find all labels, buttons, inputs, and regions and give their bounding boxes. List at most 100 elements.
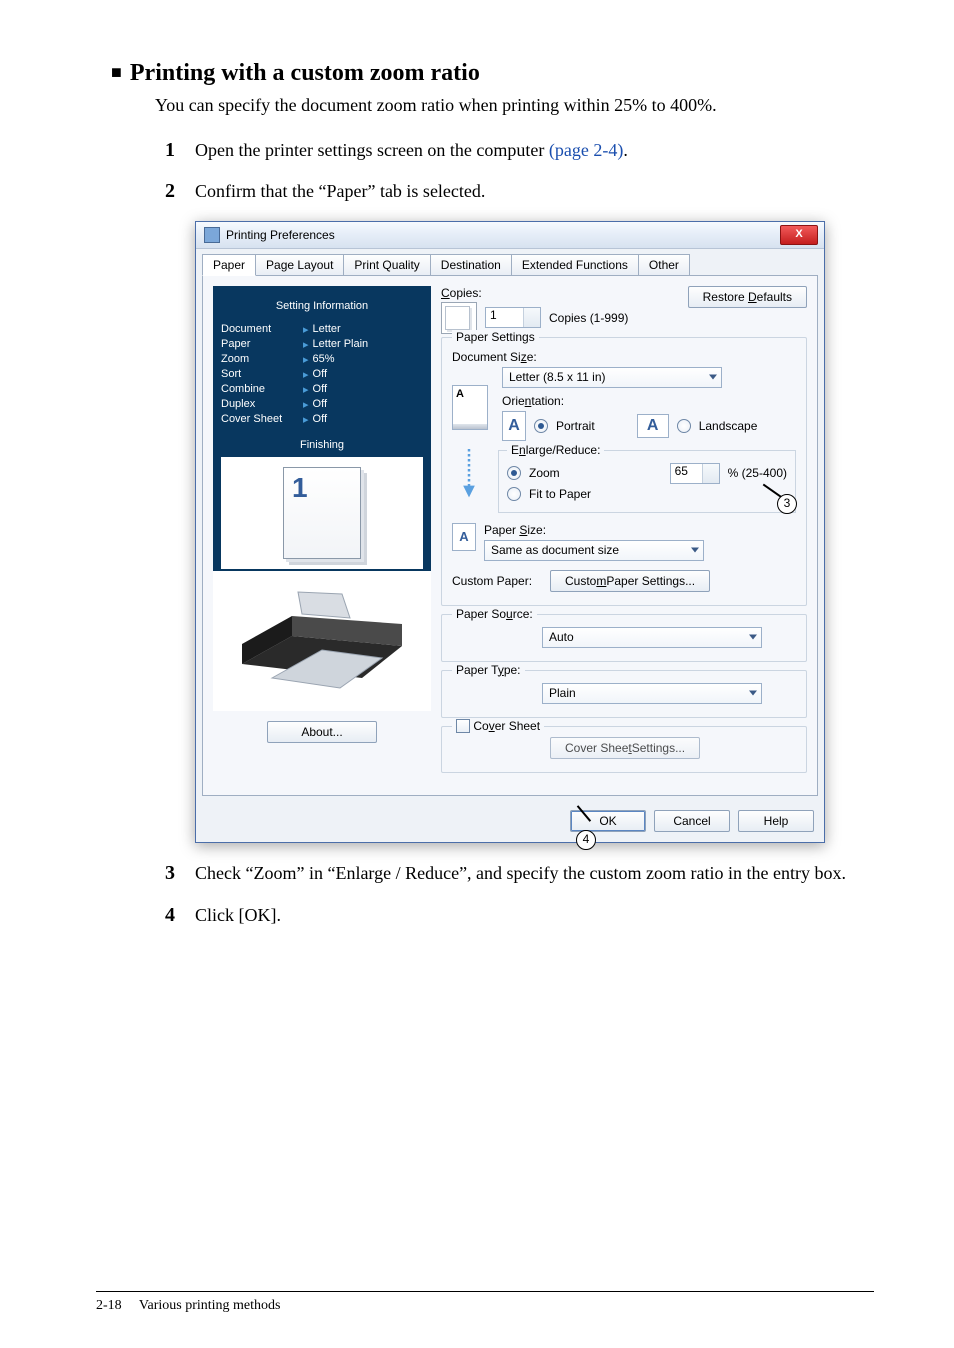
triangle-icon: ▸	[303, 353, 309, 366]
landscape-radio[interactable]	[677, 419, 691, 433]
tab-page-layout[interactable]: Page Layout	[255, 254, 344, 276]
document-size-label: Document Size:Document Size:	[452, 350, 537, 364]
paper-source-group: Paper Source:Paper Source: Auto	[441, 614, 807, 662]
triangle-icon: ▸	[303, 398, 309, 411]
portrait-preview-icon: A	[502, 411, 526, 441]
sheet-number: 1	[292, 472, 308, 504]
info-key: Sort	[221, 368, 303, 381]
triangle-icon: ▸	[303, 383, 309, 396]
setting-information-title: Setting Information	[221, 294, 423, 322]
combo-value: Same as document size	[491, 543, 619, 557]
callout-4: 4	[576, 830, 596, 850]
triangle-icon: ▸	[303, 413, 309, 426]
paper-type-label: Paper Type:Paper Type:	[452, 663, 525, 677]
bullet-square-icon: ■	[111, 62, 122, 83]
tab-print-quality[interactable]: Print Quality	[343, 254, 430, 276]
ok-button[interactable]: OK	[570, 810, 646, 832]
printing-preferences-dialog: Printing Preferences X Paper Page Layout…	[195, 221, 825, 844]
zoom-label: Zoom	[529, 466, 560, 480]
tab-destination[interactable]: Destination	[430, 254, 512, 276]
step-text: Check “Zoom” in “Enlarge / Reduce”, and …	[195, 861, 846, 886]
orientation-label: Orientation:Orientation:	[502, 394, 564, 408]
info-val: Off	[313, 398, 327, 411]
step-number: 3	[165, 862, 195, 885]
triangle-icon: ▸	[303, 368, 309, 381]
copies-range: Copies (1-999)	[549, 311, 628, 325]
paper-type-group: Paper Type:Paper Type: Plain	[441, 670, 807, 718]
copies-label: CCopies:opies:	[441, 286, 482, 300]
portrait-label: Portrait	[556, 419, 595, 433]
info-val: Letter Plain	[313, 338, 369, 351]
triangle-icon: ▸	[303, 323, 309, 336]
step-3: 3 Check “Zoom” in “Enlarge / Reduce”, an…	[165, 861, 874, 886]
tab-paper[interactable]: Paper	[202, 254, 256, 276]
info-val: Off	[313, 368, 327, 381]
combo-value: Auto	[549, 630, 574, 644]
custom-paper-settings-button[interactable]: Custom Paper Settings...Custom Paper Set…	[550, 570, 710, 592]
combo-value: Plain	[549, 686, 576, 700]
info-key: Cover Sheet	[221, 413, 303, 426]
step-number: 1	[165, 139, 195, 162]
triangle-icon: ▸	[303, 338, 309, 351]
document-size-combo[interactable]: Letter (8.5 x 11 in)	[502, 367, 722, 388]
fit-to-paper-radio[interactable]	[507, 487, 521, 501]
portrait-radio[interactable]	[534, 419, 548, 433]
paper-size-preview-icon: A	[452, 523, 476, 551]
paper-size-label: Paper Size:Paper Size:	[484, 523, 546, 537]
printer-preview	[213, 571, 431, 711]
printer-icon	[232, 586, 412, 696]
info-val: Off	[313, 383, 327, 396]
zoom-radio[interactable]	[507, 466, 521, 480]
intro-text: You can specify the document zoom ratio …	[155, 93, 874, 118]
restore-defaults-button[interactable]: Restore DefaultsRestore Defaults	[688, 286, 807, 308]
step-4: 4 Click [OK].	[165, 903, 874, 928]
callout-3: 3	[777, 494, 797, 514]
cover-sheet-group: Cover SheetCover Sheet Cover Sheet Setti…	[441, 726, 807, 774]
paper-type-combo[interactable]: Plain	[542, 683, 762, 704]
cover-sheet-checkbox[interactable]	[456, 719, 470, 733]
landscape-preview-icon: A	[637, 414, 669, 438]
step-number: 2	[165, 180, 195, 203]
finishing-preview: 1	[221, 457, 423, 569]
document-icon: A	[452, 385, 488, 425]
info-key: Document	[221, 323, 303, 336]
landscape-label: Landscape	[699, 419, 758, 433]
tab-other[interactable]: Other	[638, 254, 690, 276]
enlarge-reduce-group: Enlarge/Reduce:Enlarge/Reduce: Zoom 65	[498, 450, 796, 513]
info-val: Letter	[313, 323, 341, 336]
paper-settings-legend: Paper Settings	[452, 330, 539, 344]
step-2: 2 Confirm that the “Paper” tab is select…	[165, 179, 874, 204]
zoom-spinner[interactable]: 65	[670, 463, 720, 484]
printer-icon	[204, 227, 220, 243]
copies-value: 1	[490, 308, 497, 322]
cancel-button[interactable]: Cancel	[654, 810, 730, 832]
zoom-range: % (25-400)	[728, 466, 787, 480]
zoom-value: 65	[675, 464, 688, 478]
info-key: Combine	[221, 383, 303, 396]
footer-title: Various printing methods	[139, 1298, 281, 1313]
section-heading: ■Printing with a custom zoom ratio	[111, 60, 874, 87]
info-key: Zoom	[221, 353, 303, 366]
copies-spinner[interactable]: 1	[485, 307, 541, 328]
page-number: 2-18	[96, 1298, 122, 1313]
combo-value: Letter (8.5 x 11 in)	[509, 370, 606, 384]
info-key: Duplex	[221, 398, 303, 411]
cover-sheet-settings-button[interactable]: Cover Sheet Settings...Cover Sheet Setti…	[550, 737, 700, 759]
step-text: Click [OK].	[195, 903, 281, 928]
page-footer: 2-18 Various printing methods	[96, 1291, 874, 1314]
finishing-title: Finishing	[221, 427, 423, 455]
fit-to-paper-label: Fit to Paper	[529, 487, 591, 501]
arrow-down-icon	[460, 449, 478, 499]
help-button[interactable]: Help	[738, 810, 814, 832]
paper-size-combo[interactable]: Same as document size	[484, 540, 704, 561]
enlarge-reduce-label: Enlarge/Reduce:Enlarge/Reduce:	[507, 443, 604, 457]
window-title: Printing Preferences	[226, 228, 335, 242]
about-button[interactable]: About...	[267, 721, 377, 743]
close-button[interactable]: X	[780, 225, 818, 245]
info-key: Paper	[221, 338, 303, 351]
tab-extended-functions[interactable]: Extended Functions	[511, 254, 639, 276]
page-ref-link[interactable]: (page 2-4)	[549, 140, 623, 160]
setting-information-panel: Setting Information Document▸Letter Pape…	[213, 286, 431, 571]
paper-settings-group: Paper Settings Document Size:Document Si…	[441, 337, 807, 606]
paper-source-combo[interactable]: Auto	[542, 627, 762, 648]
